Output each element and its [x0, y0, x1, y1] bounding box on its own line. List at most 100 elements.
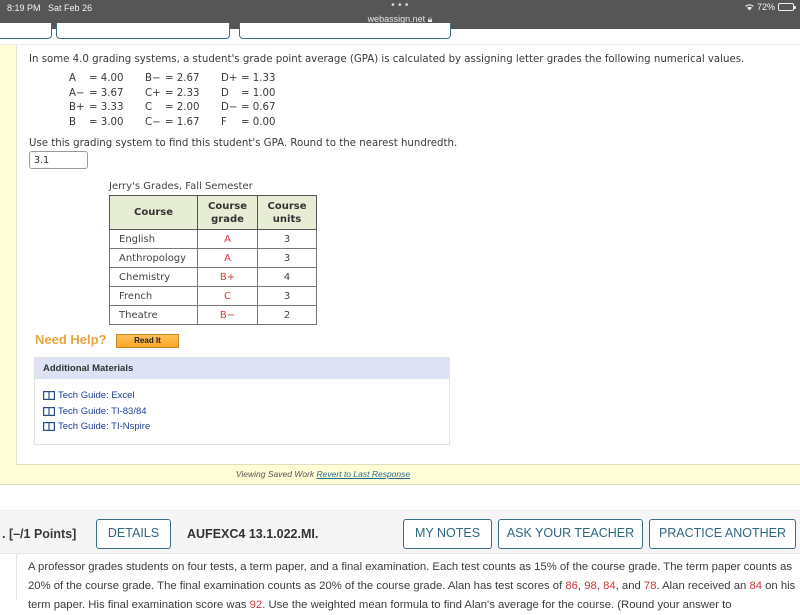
grade-value: = 3.67	[89, 87, 124, 99]
more-dots-icon[interactable]: •••	[390, 0, 411, 11]
test-score: 84	[603, 580, 616, 592]
course-name: English	[109, 229, 198, 249]
letter-grade: A−	[69, 87, 85, 99]
book-icon	[43, 406, 55, 416]
grade-scale: A = 4.00 B− = 2.67 D+ = 1.33 A− = 3.67 C+ = 2.33 D…	[69, 73, 297, 131]
letter-grade: C	[145, 102, 153, 114]
toolbar-button[interactable]	[0, 23, 52, 39]
course-grade: C	[197, 286, 258, 306]
course-units: 2	[257, 305, 317, 325]
grade-scale-row: A− = 3.67 C+ = 2.33 D = 1.00	[69, 88, 297, 103]
table-header-row: Course Course grade Course units	[109, 195, 317, 230]
saved-work-label: Viewing Saved Work	[235, 469, 315, 479]
letter-grade: C−	[145, 116, 161, 128]
points-label: . [–/1 Points]	[2, 527, 77, 541]
grade-value: = 3.00	[89, 116, 124, 128]
course-name: Theatre	[109, 305, 198, 325]
my-notes-button[interactable]: MY NOTES	[403, 519, 492, 549]
need-help-label: Need Help?	[35, 332, 107, 347]
tech-guide-tinspire-link[interactable]: Tech Guide: TI-Nspire	[43, 419, 449, 435]
practice-another-button[interactable]: PRACTICE ANOTHER	[649, 519, 796, 549]
saved-work-bar: Viewing Saved Work Revert to Last Respon…	[0, 469, 646, 479]
question-code: AUFEXC4 13.1.022.MI.	[187, 527, 319, 541]
grade-scale-entry: C+ = 2.33	[145, 88, 221, 103]
grade-value: = 0.67	[241, 102, 276, 114]
book-icon	[43, 391, 55, 401]
grade-value: = 0.00	[241, 116, 276, 128]
course-grade: B−	[197, 305, 258, 325]
grade-scale-entry: A− = 3.67	[69, 88, 145, 103]
additional-materials-panel: Additional Materials Tech Guide: Excel T…	[34, 357, 450, 445]
grade-scale-row: B+ = 3.33 C = 2.00 D− = 0.67	[69, 102, 297, 117]
tech-guide-excel-link[interactable]: Tech Guide: Excel	[43, 388, 449, 404]
grade-scale-entry: C− = 1.67	[145, 117, 221, 132]
revert-link[interactable]: Revert to Last Response	[317, 469, 411, 479]
grade-scale-entry: B = 3.00	[69, 117, 145, 132]
grade-value: = 2.67	[165, 73, 200, 84]
header-course: Course	[109, 195, 198, 230]
battery-percent: 72%	[756, 2, 775, 12]
grade-scale-entry: B− = 2.67	[145, 73, 221, 88]
gpa-answer-input[interactable]	[29, 151, 88, 169]
details-button[interactable]: DETAILS	[96, 519, 171, 549]
course-units: 3	[257, 286, 317, 306]
course-units: 4	[257, 267, 317, 287]
header-course-units: Course units	[257, 195, 317, 230]
book-icon	[43, 422, 55, 432]
question-2-header: . [–/1 Points] DETAILS AUFEXC4 13.1.022.…	[0, 510, 800, 554]
read-it-button[interactable]: Read It	[116, 334, 179, 348]
test-score: 98	[584, 580, 597, 592]
materials-list: Tech Guide: Excel Tech Guide: TI-83/84 T…	[35, 379, 449, 435]
course-grade: A	[197, 248, 258, 268]
status-indicators: 72%	[745, 2, 796, 12]
letter-grade: D	[221, 87, 229, 99]
tech-guide-ti83-link[interactable]: Tech Guide: TI-83/84	[43, 404, 449, 420]
grade-value: = 1.33	[241, 73, 276, 84]
table-row: Theatre B− 2	[109, 305, 317, 325]
grade-scale-row: B = 3.00 C− = 1.67 F = 0.00	[69, 117, 297, 132]
course-units: 3	[257, 229, 317, 249]
table-caption: Jerry's Grades, Fall Semester	[109, 181, 253, 192]
wifi-icon	[745, 3, 754, 11]
letter-grade: F	[221, 116, 227, 128]
grade-scale-row: A = 4.00 B− = 2.67 D+ = 1.33	[69, 73, 297, 88]
course-units: 3	[257, 248, 317, 268]
grade-value: = 1.00	[241, 87, 276, 99]
grade-value: = 3.33	[89, 102, 124, 114]
header-course-grade: Course grade	[197, 195, 258, 230]
letter-grade: D+	[221, 73, 238, 84]
toolbar-button[interactable]	[239, 23, 451, 39]
grade-value: = 4.00	[89, 73, 124, 84]
toolbar-button[interactable]	[56, 23, 230, 39]
letter-grade: B−	[145, 73, 161, 84]
letter-grade: B	[69, 116, 76, 128]
grade-scale-entry: A = 4.00	[69, 73, 145, 88]
ask-teacher-button[interactable]: ASK YOUR TEACHER	[498, 519, 643, 549]
table-row: English A 3	[109, 229, 317, 249]
table-row: Chemistry B+ 4	[109, 267, 317, 287]
course-grade: B+	[197, 267, 258, 287]
additional-materials-title: Additional Materials	[35, 358, 449, 379]
grades-table: Course Course grade Course units English A 3…	[109, 195, 317, 325]
term-paper-score: 84	[749, 580, 763, 592]
course-grade: A	[197, 229, 258, 249]
final-exam-score: 92	[249, 599, 263, 611]
grade-value: = 1.67	[165, 116, 200, 128]
question-intro: In some 4.0 grading systems, a student's…	[29, 54, 745, 65]
grade-scale-entry: D = 1.00	[221, 88, 297, 103]
letter-grade: C+	[145, 87, 161, 99]
grade-scale-entry: B+ = 3.33	[69, 102, 145, 117]
table-row: French C 3	[109, 286, 317, 306]
test-score: 86	[565, 580, 578, 592]
grade-value: = 2.00	[165, 102, 200, 114]
letter-grade: A	[69, 73, 76, 84]
battery-icon	[778, 3, 796, 11]
question-instruction: Use this grading system to find this stu…	[29, 138, 458, 149]
grade-scale-entry: F = 0.00	[221, 117, 297, 132]
grade-scale-entry: D− = 0.67	[221, 102, 297, 117]
grade-value: = 2.33	[165, 87, 200, 99]
course-name: Anthropology	[109, 248, 198, 268]
letter-grade: B+	[69, 102, 85, 114]
grade-scale-entry: C = 2.00	[145, 102, 221, 117]
test-score: 78	[643, 580, 657, 592]
